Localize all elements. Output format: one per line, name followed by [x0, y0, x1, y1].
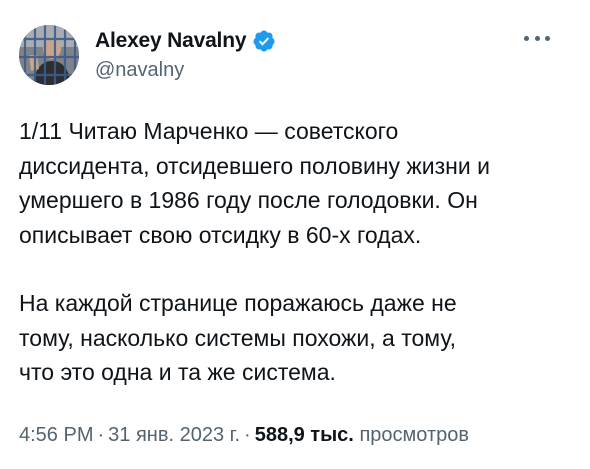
more-dot — [545, 35, 550, 41]
tweet-paragraph: На каждой странице поражаюсь даже не том… — [19, 286, 579, 390]
views-label[interactable]: просмотров — [359, 424, 469, 446]
more-dot — [534, 35, 540, 41]
author-name-row: Alexey Navalny — [95, 28, 276, 54]
author-display-name[interactable]: Alexey Navalny — [95, 29, 246, 53]
tweet-time[interactable]: 4:56 PM — [19, 424, 93, 446]
verified-badge-icon[interactable] — [252, 29, 276, 53]
tweet-line: диссидента, отсидевшего половину жизни и — [19, 152, 490, 179]
meta-separator: · — [244, 424, 251, 446]
avatar[interactable] — [19, 25, 79, 85]
tweet-line: На каждой странице поражаюсь даже не — [19, 290, 457, 316]
tweet-line: умершего в 1986 году после голодовки. Он — [19, 187, 478, 213]
tweet-text: 1/11 Читаю Марченко — советского диссиде… — [19, 114, 579, 390]
more-dot — [524, 35, 529, 41]
avatar-image — [19, 25, 79, 85]
tweet-card: Alexey Navalny @navalny 1/11 Читаю Марче… — [0, 0, 590, 469]
tweet-meta: 4:56 PM · 31 янв. 2023 г. · 588,9 тыс. просм… — [19, 424, 469, 447]
tweet-line: 1/11 Читаю Марченко — советского — [19, 118, 399, 144]
tweet-line: что это одна и та же система. — [19, 359, 336, 385]
author-handle[interactable]: @navalny — [95, 59, 184, 82]
more-horizontal-icon[interactable] — [524, 30, 550, 46]
tweet-paragraph: 1/11 Читаю Марченко — советского диссиде… — [19, 114, 579, 252]
tweet-date[interactable]: 31 янв. 2023 г. — [108, 424, 240, 446]
meta-separator: · — [97, 424, 105, 446]
views-count[interactable]: 588,9 тыс. — [255, 424, 354, 446]
tweet-line: описывает свою отсидку в 60-х годах. — [19, 221, 422, 248]
tweet-line: тому, насколько системы похожи, а тому, — [19, 324, 456, 351]
